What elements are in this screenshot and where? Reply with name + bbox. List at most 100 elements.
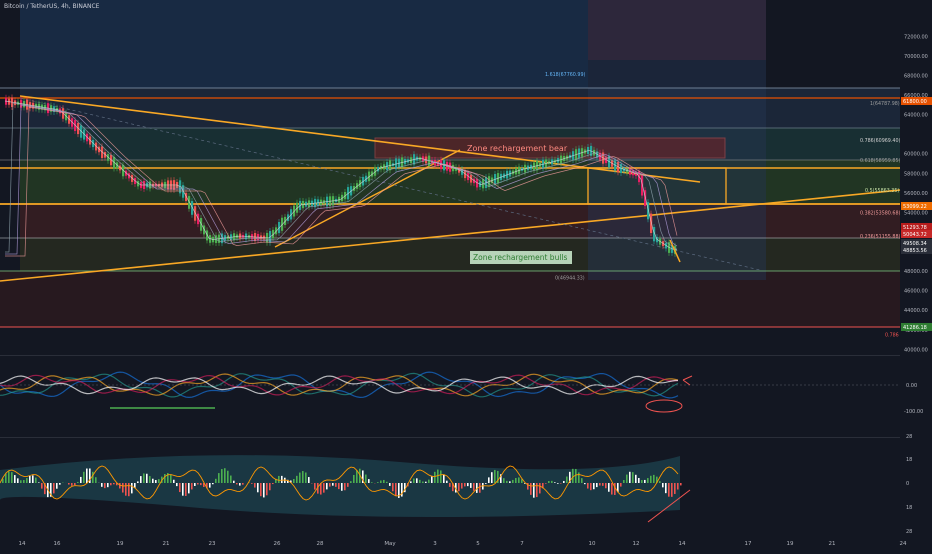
time-tick-label: 14	[679, 541, 686, 547]
osc2-tick-label: 18	[906, 457, 912, 463]
fib-label: 0.236(51155.88)	[860, 234, 900, 240]
time-tick-label: 21	[163, 541, 170, 547]
osc2-bar	[386, 482, 388, 483]
osc2-bar	[668, 483, 670, 497]
osc2-bar	[239, 483, 241, 486]
osc2-tick-label: 28	[906, 529, 912, 535]
price-tick-label: 44000.00	[904, 308, 928, 314]
osc2-bar	[413, 479, 415, 483]
osc2-bar	[488, 477, 490, 483]
osc2-bar	[464, 483, 466, 486]
osc2-bar	[515, 478, 517, 483]
time-tick-label: 12	[633, 541, 640, 547]
projection-box	[588, 0, 766, 60]
osc2-bar	[449, 483, 451, 487]
osc2-bar	[425, 482, 427, 483]
price-tick-label: 72000.00	[904, 34, 928, 40]
osc2-bar	[107, 483, 109, 487]
osc2-bar	[257, 483, 259, 492]
time-tick-label: 3	[433, 541, 437, 547]
bulls-zone-label: Zone rechargement bulls	[473, 253, 567, 262]
osc1-tick-label: 0.00	[906, 383, 917, 389]
osc2-bar	[659, 481, 661, 483]
osc2-bar	[554, 482, 556, 483]
osc2-bar	[92, 472, 94, 483]
osc2-bar	[110, 483, 112, 485]
osc2-bar	[242, 483, 244, 485]
osc2-bar	[443, 475, 445, 483]
osc2-bar	[479, 483, 481, 493]
osc2-bar	[671, 483, 673, 497]
osc2-bar	[197, 483, 199, 484]
osc2-bar	[410, 481, 412, 483]
osc2-bar	[560, 483, 562, 484]
time-tick-label: 24	[900, 541, 907, 547]
time-tick-label: 14	[19, 541, 26, 547]
candle	[641, 175, 643, 195]
osc2-bar	[419, 480, 421, 483]
osc2-bar	[176, 483, 178, 486]
osc2-bar	[17, 478, 19, 483]
osc2-bar	[602, 483, 604, 486]
osc2-bar	[440, 470, 442, 483]
osc2-bar	[215, 479, 217, 483]
fib-label: 0.382(53580.68)	[860, 211, 900, 217]
osc2-bar	[539, 483, 541, 493]
time-tick-label: 19	[787, 541, 794, 547]
osc2-bar	[587, 483, 589, 489]
price-tick-label: 46000.00	[904, 289, 928, 295]
price-tick-label: 64000.00	[904, 113, 928, 119]
osc2-bar	[467, 483, 469, 486]
osc2-bar	[218, 473, 220, 483]
osc2-bar	[422, 482, 424, 483]
osc2-bar	[296, 476, 298, 483]
osc2-bar	[614, 483, 616, 495]
price-tag-label: 50043.72	[903, 232, 927, 238]
osc2-bar	[470, 483, 472, 488]
osc2-bar	[8, 471, 10, 483]
osc2-bar	[11, 472, 13, 483]
osc2-bar	[266, 483, 268, 495]
osc2-bar	[563, 481, 565, 483]
time-tick-label: 16	[54, 541, 61, 547]
osc-arrow	[683, 376, 692, 385]
price-chart[interactable]: Zone rechargement bullsZone rechargement…	[0, 0, 932, 550]
time-tick-label: 21	[829, 541, 836, 547]
osc2-bar	[14, 475, 16, 483]
osc2-bar	[293, 479, 295, 483]
osc2-bar	[308, 477, 310, 483]
osc2-bar	[662, 483, 664, 487]
osc2-bar	[428, 480, 430, 483]
time-tick-label: May	[384, 541, 396, 547]
osc2-bar	[170, 475, 172, 483]
osc2-bar	[77, 482, 79, 483]
osc2-bar	[230, 476, 232, 483]
osc2-bar	[368, 479, 370, 483]
price-tag-label: 41286.18	[903, 325, 927, 331]
time-tick-label: 23	[209, 541, 216, 547]
osc2-bar	[164, 474, 166, 483]
chart-canvas[interactable]: Zone rechargement bullsZone rechargement…	[0, 0, 932, 550]
pane-divider	[0, 355, 900, 356]
osc2-bar	[461, 483, 463, 489]
osc2-bar	[140, 476, 142, 483]
osc2-bar	[224, 468, 226, 483]
osc2-bar	[146, 474, 148, 483]
osc2-bar	[347, 483, 349, 487]
fib-label: 0.786(60969.40)	[860, 138, 900, 144]
osc2-bar	[260, 483, 262, 496]
osc2-bar	[200, 483, 202, 485]
osc2-bar	[518, 477, 520, 483]
price-tick-label: 40000.00	[904, 347, 928, 353]
osc2-bar	[314, 483, 316, 490]
osc2-bar	[629, 472, 631, 483]
osc2-bar	[212, 483, 214, 484]
osc2-bar	[191, 483, 193, 489]
fib-label: 1.618(67760.99)	[545, 72, 585, 78]
osc2-bar	[263, 483, 265, 497]
price-tick-label: 56000.00	[904, 191, 928, 197]
osc2-bar	[299, 473, 301, 483]
osc2-bar	[254, 483, 256, 488]
osc2-bar	[326, 483, 328, 489]
osc2-bar	[680, 483, 682, 485]
